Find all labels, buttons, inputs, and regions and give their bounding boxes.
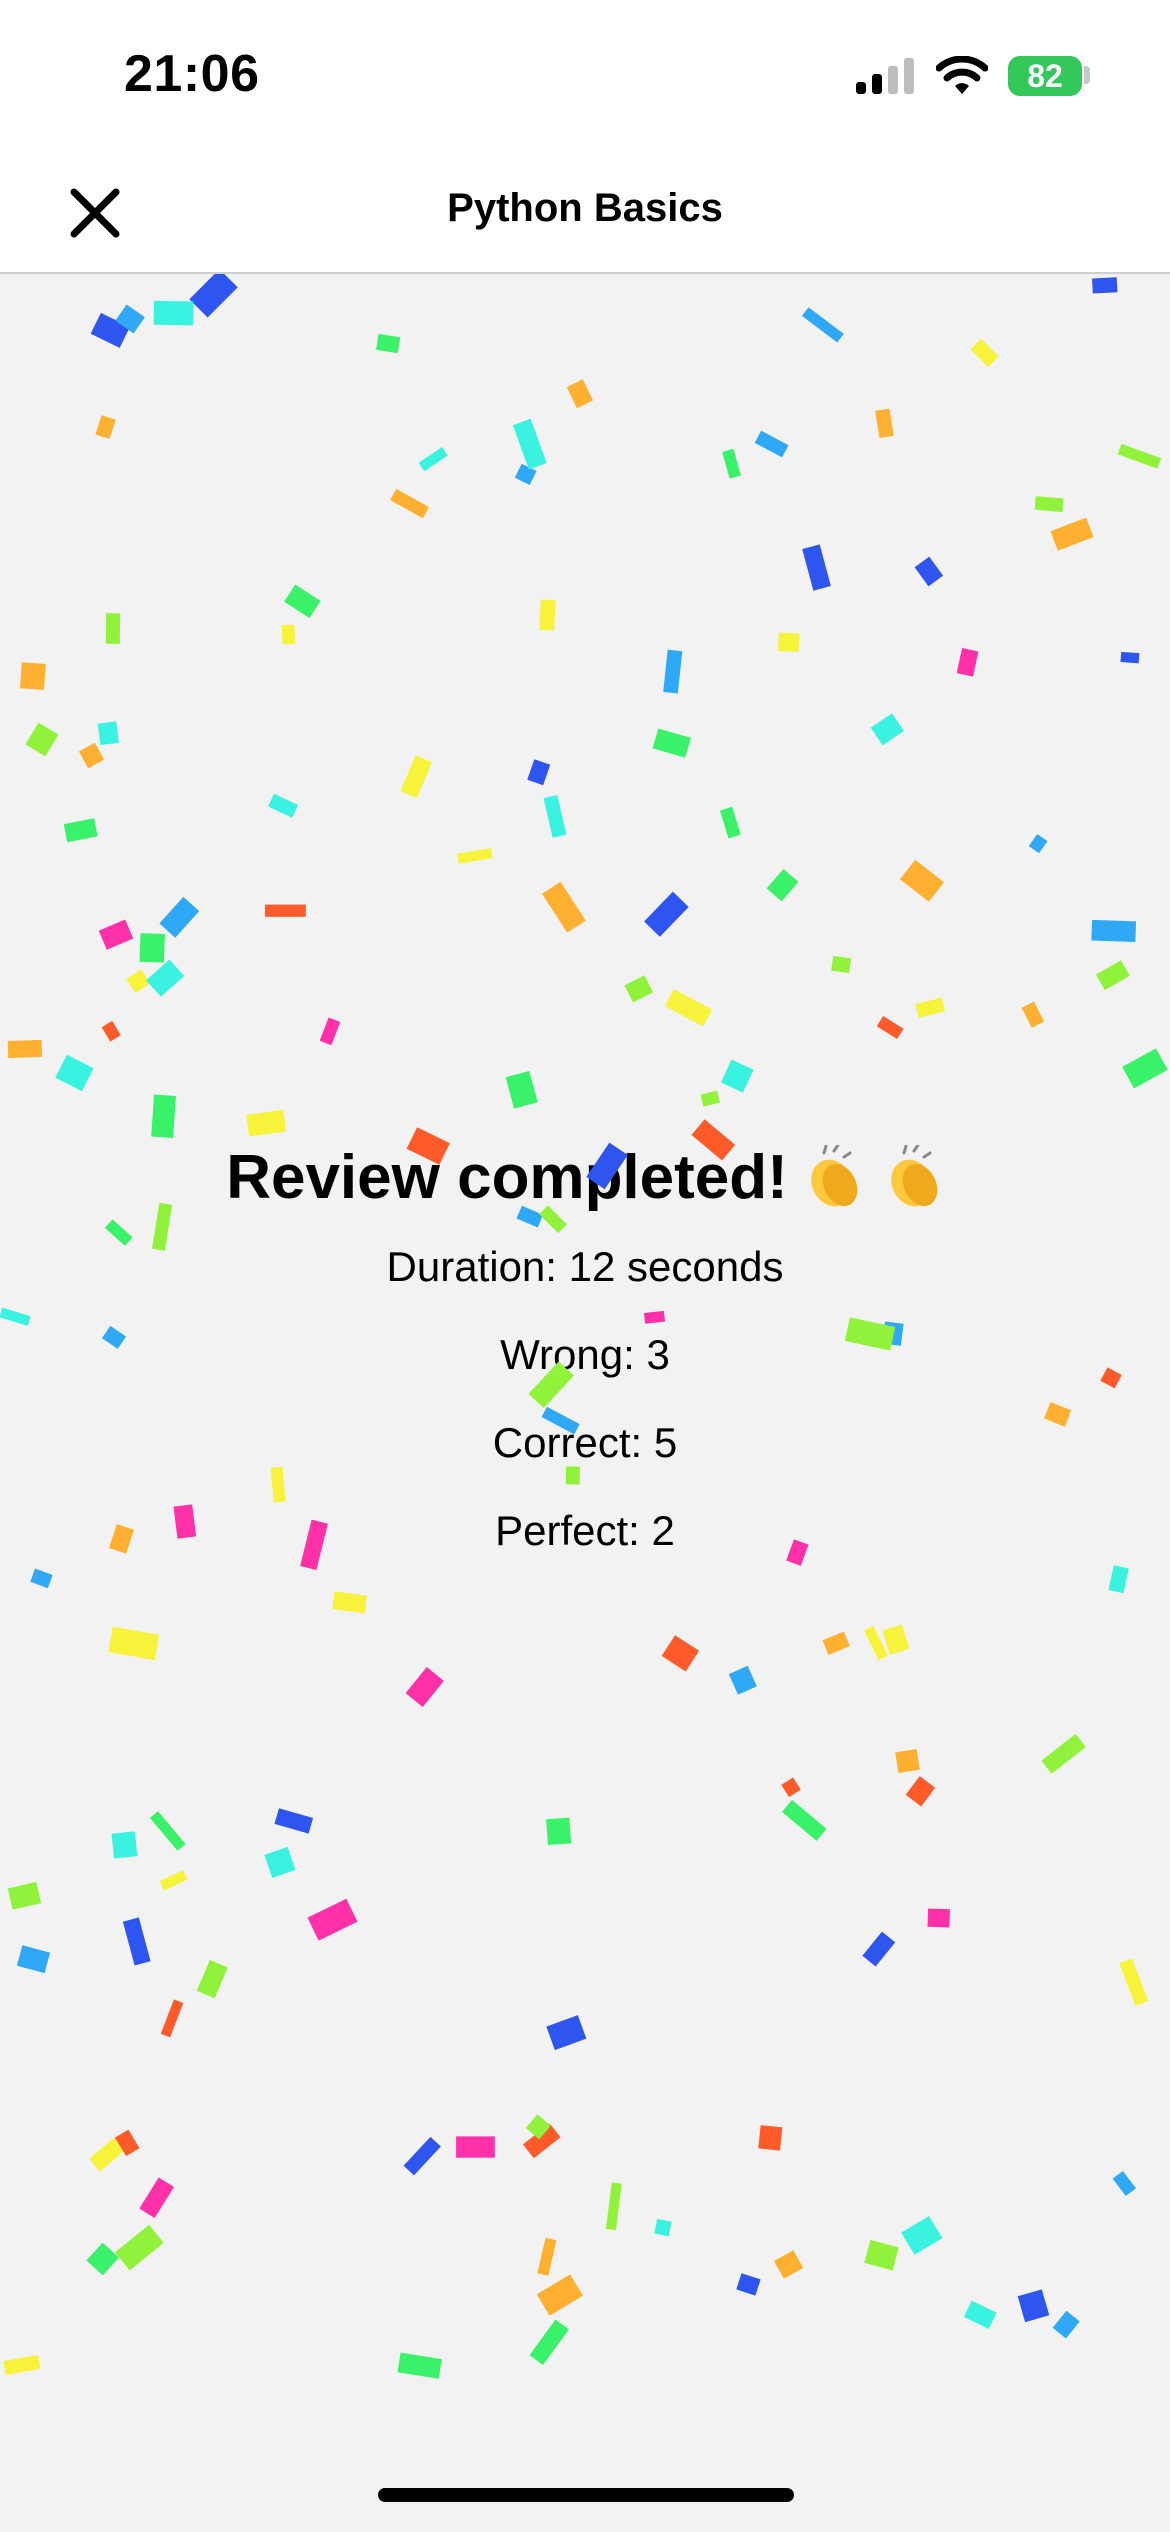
status-time: 21:06 <box>124 45 260 103</box>
clap-icon-left <box>811 1145 858 1207</box>
battery-cap <box>1084 66 1090 84</box>
battery-indicator: 82 <box>1008 56 1082 96</box>
summary-heading-text: Review completed! <box>226 1143 788 1212</box>
stat-correct: Correct: 5 <box>492 1419 678 1466</box>
battery-percent: 82 <box>1027 58 1063 94</box>
cellular-signal-icon <box>856 58 914 94</box>
stat-wrong: Wrong: 3 <box>500 1331 670 1378</box>
clap-icon-right <box>891 1145 938 1207</box>
navigation-bar: Python Basics <box>0 150 1170 274</box>
review-summary: Review completed! Duration: 12 seconds W… <box>0 1134 1170 1556</box>
status-bar: 21:06 82 <box>0 0 1170 150</box>
home-indicator <box>378 2488 794 2502</box>
stat-duration: Duration: 12 seconds <box>386 1243 784 1290</box>
page-title: Python Basics <box>447 186 723 230</box>
clapping-hands-icon <box>802 1145 944 1211</box>
stat-perfect: Perfect: 2 <box>495 1507 675 1554</box>
wifi-icon <box>936 56 988 94</box>
summary-heading: Review completed! <box>226 1134 944 1222</box>
